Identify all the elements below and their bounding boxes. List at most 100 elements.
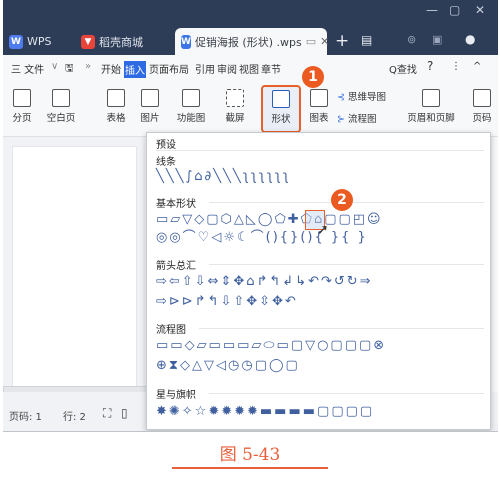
divider bbox=[209, 264, 484, 265]
tab-wps[interactable]: W WPS bbox=[9, 28, 52, 55]
avatar-icon[interactable]: ● bbox=[465, 32, 475, 46]
shape-row-basic-2[interactable]: ◎◎⌒♡◁☼☾⌒(){}(){ }{ } bbox=[156, 231, 368, 245]
shape-row-stars[interactable]: ✸✺✧☆✹✹✹✹▬▬▬▬▢▢▢▢ bbox=[156, 405, 374, 419]
section-basic-shapes: 基本形状 bbox=[156, 199, 196, 210]
shape-row-flowchart-2[interactable]: ⊕⧗◇△▽◁◷◷▢◯▢ bbox=[156, 359, 300, 373]
new-tab-button[interactable]: + bbox=[335, 31, 349, 51]
tab-docer[interactable]: ▼ 稻壳商城 bbox=[75, 28, 171, 55]
flowchart-icon: ⊱ bbox=[337, 114, 345, 125]
section-arrows: 箭头总汇 bbox=[156, 261, 196, 272]
tab-document[interactable]: W 促销海报 (形状) .wps ▭ ✕ bbox=[175, 28, 329, 55]
close-window-button[interactable]: ✕ bbox=[475, 3, 485, 17]
tab-chapter[interactable]: 章节 bbox=[261, 61, 281, 76]
mouse-pointer-icon: ➚ bbox=[317, 222, 329, 238]
close-tab-icon[interactable]: ✕ bbox=[320, 35, 329, 48]
table-button[interactable]: 表格 bbox=[101, 89, 131, 124]
save-icon[interactable]: 🖫 bbox=[65, 61, 74, 78]
section-stars-banners: 星与旗帜 bbox=[156, 390, 196, 401]
screenshot-button[interactable]: 截屏 bbox=[219, 89, 251, 124]
shape-row-arrows-2[interactable]: ⇨⊳⊳↱↰⇩⇧✥⇳✥↶ bbox=[156, 295, 298, 309]
shape-row-arrows-1[interactable]: ⇨⇦⇧⇩⇔⇕✥⌂↱↰↲↳↶↷↺↻⇒ bbox=[156, 275, 373, 289]
button-label: 流程图 bbox=[348, 114, 377, 125]
tab-label: 稻壳商城 bbox=[99, 35, 143, 49]
button-label: 页码 bbox=[472, 113, 492, 124]
user-center-icon[interactable]: ⊚ bbox=[407, 33, 416, 46]
button-label: 图表 bbox=[309, 113, 329, 124]
picture-button[interactable]: 图片 bbox=[135, 89, 165, 124]
shape-row-basic-1[interactable]: ▭▱▽◇▢⬡△◺◯⬠✚⬠⌂▢▢◰☺ bbox=[156, 213, 383, 227]
button-label: 形状 bbox=[271, 114, 291, 125]
title-bar: W WPS ▼ 稻壳商城 W 促销海报 (形状) .wps ▭ ✕ + ▤ ⊚ … bbox=[3, 0, 498, 55]
menu-bar: 三 文件 ∨ 🖫 » 开始 插入 页面布局 引用 审阅 视图 章节 Q查找 ? … bbox=[3, 55, 498, 81]
file-menu-button[interactable]: 三 文件 bbox=[11, 61, 44, 76]
caption-underline bbox=[172, 467, 328, 469]
tab-view[interactable]: 视图 bbox=[239, 61, 259, 76]
help-button[interactable]: ? bbox=[427, 59, 433, 73]
restore-button[interactable]: ▢ bbox=[449, 3, 460, 17]
document-page[interactable] bbox=[12, 146, 137, 391]
step-badge-1: 1 bbox=[302, 66, 324, 88]
flowchart-button[interactable]: ⊱ 流程图 bbox=[337, 111, 397, 125]
more-quick-icon[interactable]: » bbox=[85, 61, 91, 72]
picture-icon bbox=[141, 89, 159, 107]
button-label: 分页 bbox=[12, 113, 32, 124]
skin-icon[interactable]: ▣ bbox=[432, 33, 442, 46]
divider bbox=[199, 328, 484, 329]
page-indicator: 页码: 1 bbox=[9, 412, 42, 423]
tab-references[interactable]: 引用 bbox=[195, 61, 215, 76]
tab-page-layout[interactable]: 页面布局 bbox=[149, 61, 189, 76]
header-footer-icon bbox=[422, 89, 440, 107]
section-lines: 线条 bbox=[156, 157, 176, 168]
button-label: 表格 bbox=[106, 113, 126, 124]
function-chart-button[interactable]: 功能图 bbox=[171, 89, 211, 124]
line-indicator: 行: 2 bbox=[63, 412, 86, 423]
step-badge-2: 2 bbox=[331, 189, 353, 211]
page-number-icon bbox=[473, 89, 491, 107]
tab-label: 促销海报 (形状) .wps bbox=[194, 35, 302, 49]
collapse-ribbon-button[interactable]: ^ bbox=[473, 61, 481, 72]
page-number-button[interactable]: 页码 bbox=[467, 89, 497, 124]
shapes-dropdown: 预设 线条 ╲╲╲∫⌂∂╲╲╲ʅʅʅʅʅʅ 基本形状 ▭▱▽◇▢⬡△◺◯⬠✚⬠⌂… bbox=[146, 132, 491, 430]
section-flowchart: 流程图 bbox=[156, 325, 186, 336]
mind-map-button[interactable]: ⊰ 思维导图 bbox=[337, 89, 397, 103]
divider bbox=[156, 150, 484, 151]
button-label: 页眉和页脚 bbox=[407, 113, 455, 124]
divider bbox=[209, 393, 484, 394]
shapes-icon bbox=[272, 90, 290, 108]
wps-window: W WPS ▼ 稻壳商城 W 促销海报 (形状) .wps ▭ ✕ + ▤ ⊚ … bbox=[3, 0, 498, 432]
blank-page-icon bbox=[52, 89, 70, 107]
presets-header: 预设 bbox=[156, 140, 176, 151]
shape-row-flowchart-1[interactable]: ▭▭◇▱▭▭▭▱⬭▭▢▽○▢▢▢⊗ bbox=[156, 339, 386, 353]
fullscreen-icon[interactable]: ⛶ bbox=[103, 406, 111, 421]
button-label: 截屏 bbox=[225, 113, 245, 124]
button-label: 空白页 bbox=[46, 113, 76, 124]
figure-caption: 图 5-43 bbox=[219, 445, 281, 465]
button-label: 图片 bbox=[140, 113, 160, 124]
tab-review[interactable]: 审阅 bbox=[217, 61, 237, 76]
search-button[interactable]: Q查找 bbox=[389, 61, 417, 76]
read-mode-icon[interactable]: ▯ bbox=[121, 406, 128, 420]
writer-doc-icon: W bbox=[181, 34, 191, 49]
shape-row-lines[interactable]: ╲╲╲∫⌂∂╲╲╲ʅʅʅʅʅʅ bbox=[156, 170, 291, 184]
tab-monitor-icon[interactable]: ▭ bbox=[306, 35, 316, 48]
blank-page-button[interactable]: 空白页 bbox=[41, 89, 81, 124]
docer-icon: ▼ bbox=[81, 34, 95, 49]
button-label: 思维导图 bbox=[348, 92, 387, 103]
tab-home[interactable]: 开始 bbox=[101, 61, 121, 76]
shapes-button[interactable]: 形状 bbox=[261, 85, 301, 133]
button-label: 功能图 bbox=[176, 113, 206, 124]
more-menu-button[interactable]: ⋮ bbox=[451, 61, 461, 72]
chart-button[interactable]: 图表 bbox=[305, 89, 333, 124]
minimize-button[interactable]: — bbox=[426, 3, 438, 17]
mind-map-icon: ⊰ bbox=[337, 92, 345, 103]
table-icon bbox=[107, 89, 125, 107]
header-footer-button[interactable]: 页眉和页脚 bbox=[401, 89, 461, 124]
tab-insert[interactable]: 插入 bbox=[124, 61, 146, 78]
function-chart-icon bbox=[182, 89, 200, 107]
chart-icon bbox=[310, 89, 328, 107]
chevron-down-icon[interactable]: ∨ bbox=[51, 61, 58, 72]
tab-list-icon[interactable]: ▤ bbox=[361, 33, 372, 47]
scissors-icon bbox=[226, 89, 244, 107]
page-break-button[interactable]: 分页 bbox=[7, 89, 37, 124]
page-break-icon bbox=[13, 89, 31, 107]
